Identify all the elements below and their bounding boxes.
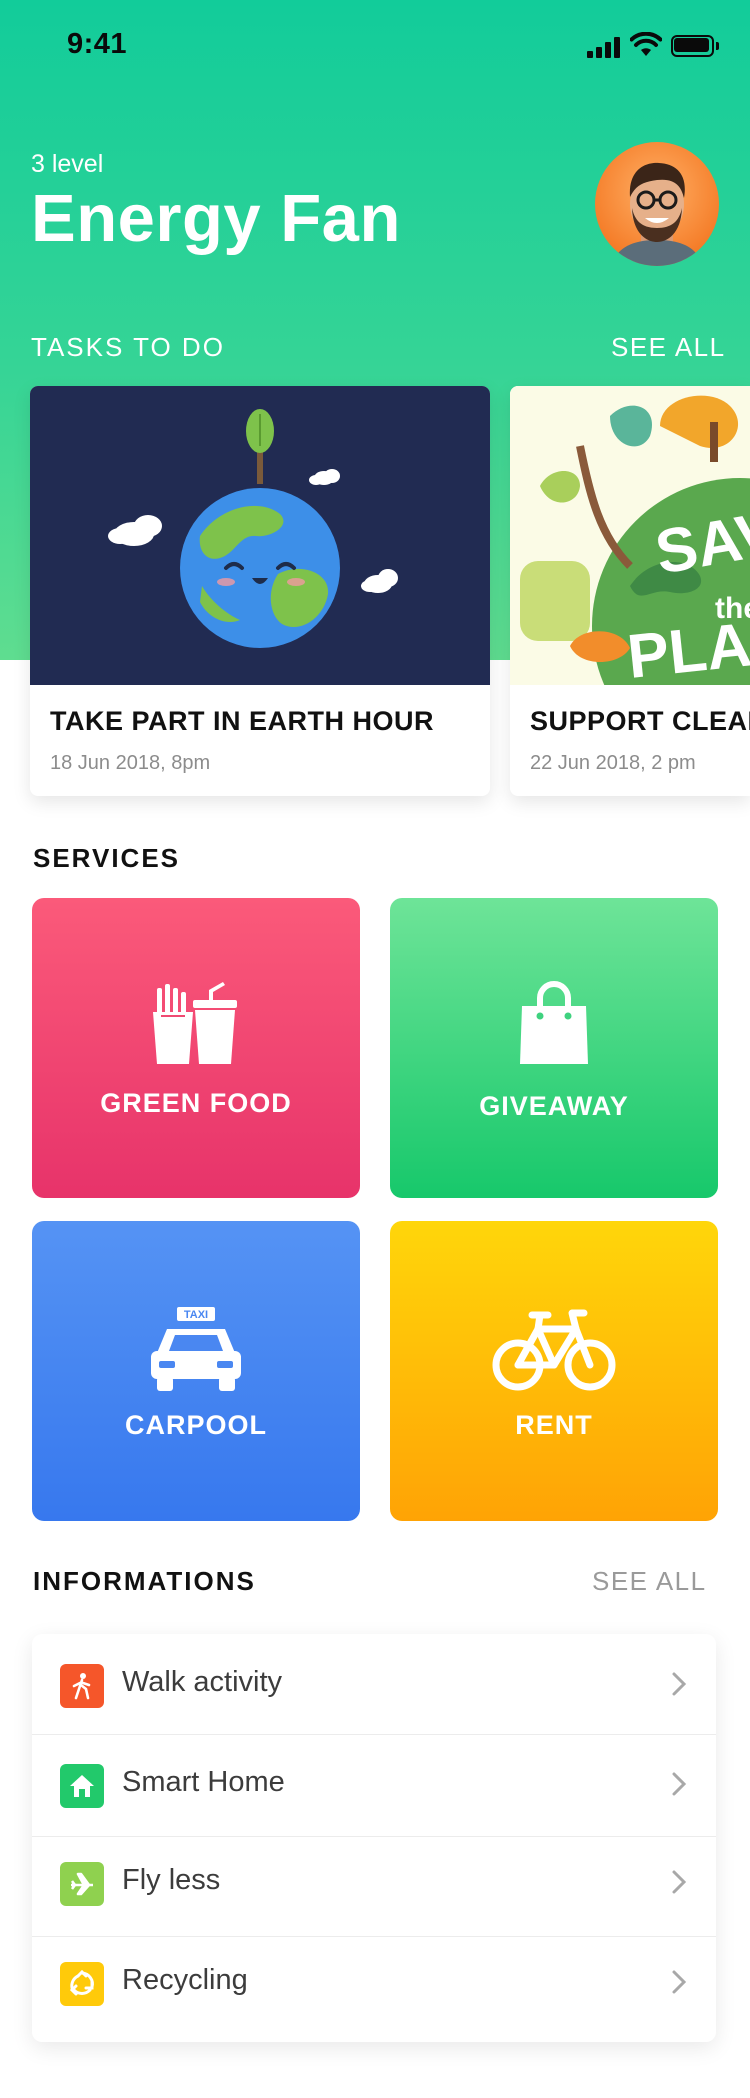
service-giveaway-button[interactable]: GIVEAWAY xyxy=(390,898,718,1198)
task-title: SUPPORT CLEAN xyxy=(530,706,750,736)
tasks-heading: TASKS TO DO xyxy=(31,332,225,362)
recycle-icon xyxy=(60,1962,104,2006)
bicycle-icon xyxy=(390,1307,718,1393)
task-card-earth-hour[interactable]: TAKE PART IN EARTH HOUR 18 Jun 2018, 8pm xyxy=(30,386,490,796)
wifi-icon xyxy=(630,32,662,56)
list-item-fly-less[interactable]: Fly less xyxy=(32,1838,716,1938)
list-item-label: Fly less xyxy=(122,1864,221,1896)
airplane-icon xyxy=(60,1862,104,1906)
divider xyxy=(32,1936,716,1937)
status-bar: 9:41 xyxy=(0,0,750,92)
services-heading: SERVICES xyxy=(33,843,181,873)
service-green-food-button[interactable]: GREEN FOOD xyxy=(32,898,360,1198)
chevron-right-icon xyxy=(672,1672,687,1696)
taxi-sign-text: TAXI xyxy=(184,1309,208,1321)
task-card-support-clean[interactable]: SAVE the PLANET SUPPORT CLEAN 22 Jun 201… xyxy=(510,386,750,796)
service-carpool-button[interactable]: TAXI CARPOOL xyxy=(32,1221,360,1521)
list-item-label: Smart Home xyxy=(122,1766,285,1798)
task-date: 22 Jun 2018, 2 pm xyxy=(530,752,696,774)
service-rent-button[interactable]: RENT xyxy=(390,1221,718,1521)
user-avatar-illustration xyxy=(611,162,703,266)
page-title: Energy Fan xyxy=(31,181,401,256)
list-item-label: Recycling xyxy=(122,1964,248,1996)
earth-hour-illustration xyxy=(30,386,490,685)
save-the-planet-poster: SAVE the PLANET xyxy=(510,386,750,685)
avatar[interactable] xyxy=(595,142,719,266)
list-item-recycling[interactable]: Recycling xyxy=(32,1938,716,2038)
divider xyxy=(32,1836,716,1837)
service-label: GIVEAWAY xyxy=(479,1091,629,1121)
walking-person-icon xyxy=(60,1664,104,1708)
battery-icon xyxy=(671,35,719,57)
task-date: 18 Jun 2018, 8pm xyxy=(50,752,211,774)
chevron-right-icon xyxy=(672,1870,687,1894)
divider xyxy=(32,1734,716,1735)
task-title: TAKE PART IN EARTH HOUR xyxy=(50,706,434,736)
tasks-see-all-link[interactable]: SEE ALL xyxy=(611,332,726,363)
taxi-icon: TAXI xyxy=(32,1307,360,1393)
home-icon xyxy=(60,1764,104,1808)
service-label: CARPOOL xyxy=(125,1410,267,1440)
informations-see-all-link[interactable]: SEE ALL xyxy=(592,1566,707,1597)
service-label: RENT xyxy=(515,1410,593,1440)
information-list: Walk activity Smart Home Fly less Recycl… xyxy=(32,1634,716,2042)
informations-heading: INFORMATIONS xyxy=(33,1566,256,1596)
status-time: 9:41 xyxy=(67,28,128,60)
list-item-label: Walk activity xyxy=(122,1666,283,1698)
chevron-right-icon xyxy=(672,1970,687,1994)
service-label: GREEN FOOD xyxy=(100,1088,292,1118)
list-item-walk-activity[interactable]: Walk activity xyxy=(32,1634,716,1734)
chevron-right-icon xyxy=(672,1772,687,1796)
list-item-smart-home[interactable]: Smart Home xyxy=(32,1736,716,1836)
shopping-bag-icon xyxy=(390,980,718,1066)
cellular-signal-icon xyxy=(587,36,623,58)
user-level: 3 level xyxy=(31,150,104,178)
fast-food-icon xyxy=(32,980,360,1066)
